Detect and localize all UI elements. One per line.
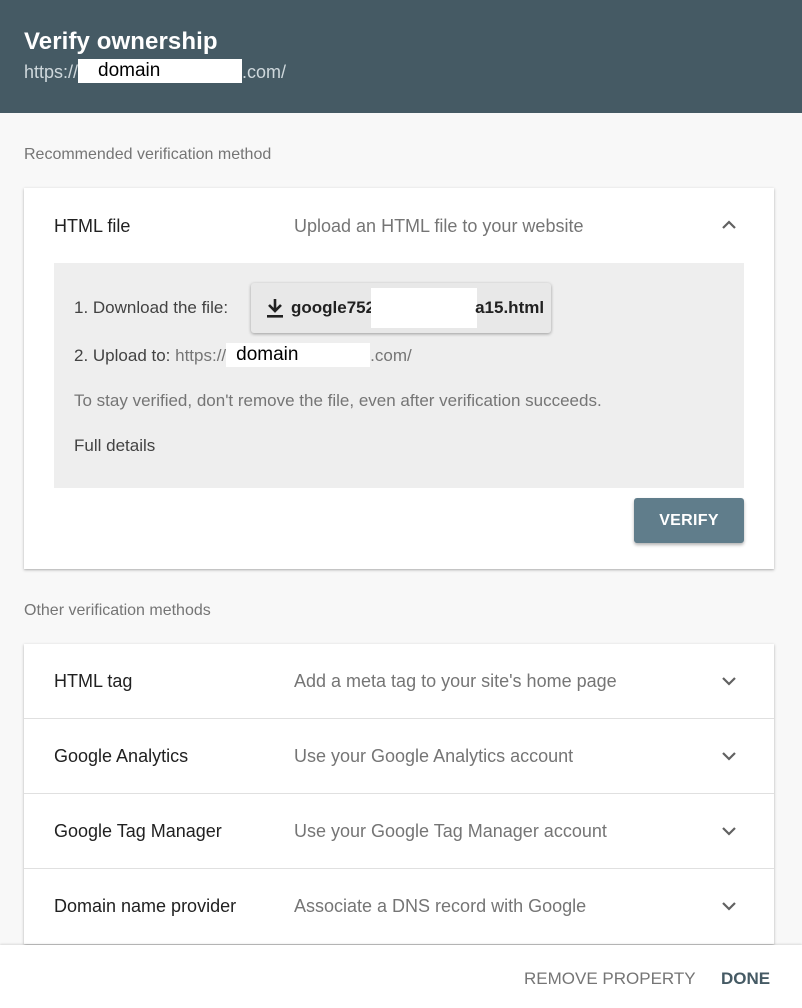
method-description: Associate a DNS record with Google	[294, 896, 587, 916]
dialog-footer: REMOVE PROPERTY DONE	[0, 945, 802, 1008]
method-description: Add a meta tag to your site's home page	[294, 671, 617, 691]
method-row-domain-name-provider[interactable]: Domain name provider Associate a DNS rec…	[24, 869, 774, 944]
upload-url-suffix: .com/	[370, 346, 412, 365]
step-upload: 2. Upload to: https://domain .com/	[74, 343, 412, 368]
property-url: https://domain .com/	[24, 59, 287, 84]
method-description: Upload an HTML file to your website	[294, 216, 584, 236]
recommended-method-card: HTML file Upload an HTML file to your we…	[24, 188, 774, 569]
method-description: Use your Google Tag Manager account	[294, 821, 607, 841]
dialog-header: Verify ownership https://domain .com/	[0, 0, 802, 113]
full-details-link[interactable]: Full details	[74, 436, 155, 456]
method-instructions-panel: 1. Download the file: google752 a15.html …	[54, 263, 744, 488]
file-name-redacted	[371, 288, 478, 328]
download-file-button[interactable]: google752 a15.html	[251, 283, 551, 333]
chevron-down-icon[interactable]	[718, 745, 740, 767]
remove-property-button[interactable]: REMOVE PROPERTY	[524, 969, 696, 989]
chevron-down-icon[interactable]	[718, 670, 740, 692]
upload-url-redacted: domain	[226, 343, 371, 368]
url-prefix: https://	[24, 62, 79, 82]
chevron-down-icon[interactable]	[718, 820, 740, 842]
method-title: HTML tag	[54, 671, 133, 691]
chevron-down-icon[interactable]	[718, 895, 740, 917]
url-redacted: domain	[78, 59, 243, 84]
other-methods-card: HTML tag Add a meta tag to your site's h…	[24, 644, 774, 944]
recommended-section-label: Recommended verification method	[24, 146, 272, 163]
download-icon	[265, 297, 285, 319]
method-row-html-tag[interactable]: HTML tag Add a meta tag to your site's h…	[24, 644, 774, 719]
method-title: Domain name provider	[54, 896, 237, 916]
method-description: Use your Google Analytics account	[294, 746, 574, 766]
other-section-label: Other verification methods	[24, 602, 211, 619]
upload-url-prefix: https://	[175, 346, 227, 365]
file-name-suffix: a15.html	[475, 298, 545, 317]
verify-button[interactable]: VERIFY	[634, 498, 744, 543]
url-suffix: .com/	[242, 62, 287, 82]
method-title: Google Analytics	[54, 746, 189, 766]
done-button[interactable]: DONE	[721, 969, 770, 989]
method-row-google-analytics[interactable]: Google Analytics Use your Google Analyti…	[24, 719, 774, 794]
file-name-prefix: google752	[291, 298, 376, 317]
step-download-label: 1. Download the file:	[74, 298, 229, 317]
dialog-title: Verify ownership	[24, 28, 218, 55]
method-title: Google Tag Manager	[54, 821, 222, 841]
chevron-up-icon[interactable]	[718, 214, 740, 236]
method-row-google-tag-manager[interactable]: Google Tag Manager Use your Google Tag M…	[24, 794, 774, 869]
stay-verified-note: To stay verified, don't remove the file,…	[74, 391, 602, 410]
method-title[interactable]: HTML file	[54, 216, 130, 237]
step-upload-label: 2. Upload to:	[74, 346, 176, 365]
